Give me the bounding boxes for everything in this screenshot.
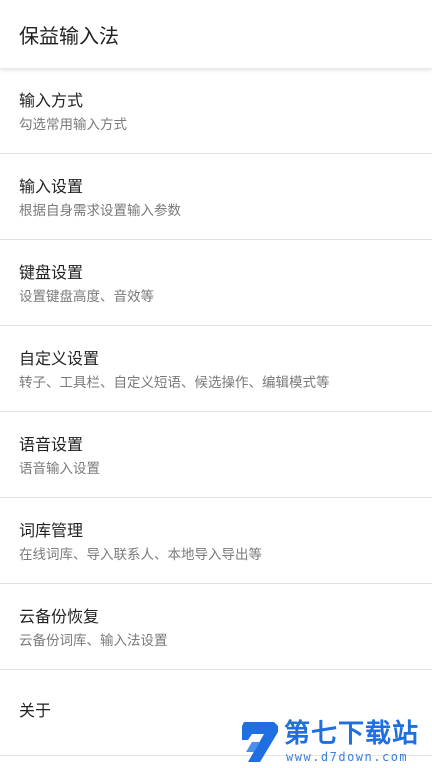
app-bar: 保益输入法 bbox=[0, 0, 432, 68]
item-subtitle: 云备份词库、输入法设置 bbox=[19, 633, 168, 649]
settings-item-dictionary[interactable]: 词库管理 在线词库、导入联系人、本地导入导出等 bbox=[0, 498, 432, 584]
item-subtitle: 设置键盘高度、音效等 bbox=[19, 289, 154, 305]
item-title: 输入方式 bbox=[19, 91, 84, 110]
item-title: 关于 bbox=[19, 701, 52, 720]
item-title: 自定义设置 bbox=[19, 349, 100, 368]
watermark-logo-icon bbox=[242, 722, 278, 762]
item-title: 键盘设置 bbox=[19, 263, 84, 282]
settings-item-input-method[interactable]: 输入方式 勾选常用输入方式 bbox=[0, 68, 432, 154]
settings-screen: 保益输入法 输入方式 勾选常用输入方式 输入设置 根据自身需求设置输入参数 键盘… bbox=[0, 0, 432, 768]
settings-item-custom[interactable]: 自定义设置 转子、工具栏、自定义短语、候选操作、编辑模式等 bbox=[0, 326, 432, 412]
item-subtitle: 在线词库、导入联系人、本地导入导出等 bbox=[19, 547, 262, 563]
watermark-url: www.d7down.com bbox=[286, 750, 409, 764]
item-subtitle: 转子、工具栏、自定义短语、候选操作、编辑模式等 bbox=[19, 375, 330, 391]
item-title: 输入设置 bbox=[19, 177, 84, 196]
settings-item-keyboard[interactable]: 键盘设置 设置键盘高度、音效等 bbox=[0, 240, 432, 326]
item-subtitle: 根据自身需求设置输入参数 bbox=[19, 203, 181, 219]
settings-item-voice[interactable]: 语音设置 语音输入设置 bbox=[0, 412, 432, 498]
item-title: 词库管理 bbox=[19, 521, 84, 540]
watermark: 第七下载站 www.d7down.com bbox=[238, 716, 432, 768]
item-title: 云备份恢复 bbox=[19, 607, 100, 626]
item-title: 语音设置 bbox=[19, 435, 84, 454]
settings-item-cloud-backup[interactable]: 云备份恢复 云备份词库、输入法设置 bbox=[0, 584, 432, 670]
page-title: 保益输入法 bbox=[19, 24, 119, 48]
settings-item-input-settings[interactable]: 输入设置 根据自身需求设置输入参数 bbox=[0, 154, 432, 240]
settings-list: 输入方式 勾选常用输入方式 输入设置 根据自身需求设置输入参数 键盘设置 设置键… bbox=[0, 68, 432, 756]
item-subtitle: 语音输入设置 bbox=[19, 461, 100, 477]
item-subtitle: 勾选常用输入方式 bbox=[19, 117, 127, 133]
watermark-name: 第七下载站 bbox=[284, 719, 420, 749]
